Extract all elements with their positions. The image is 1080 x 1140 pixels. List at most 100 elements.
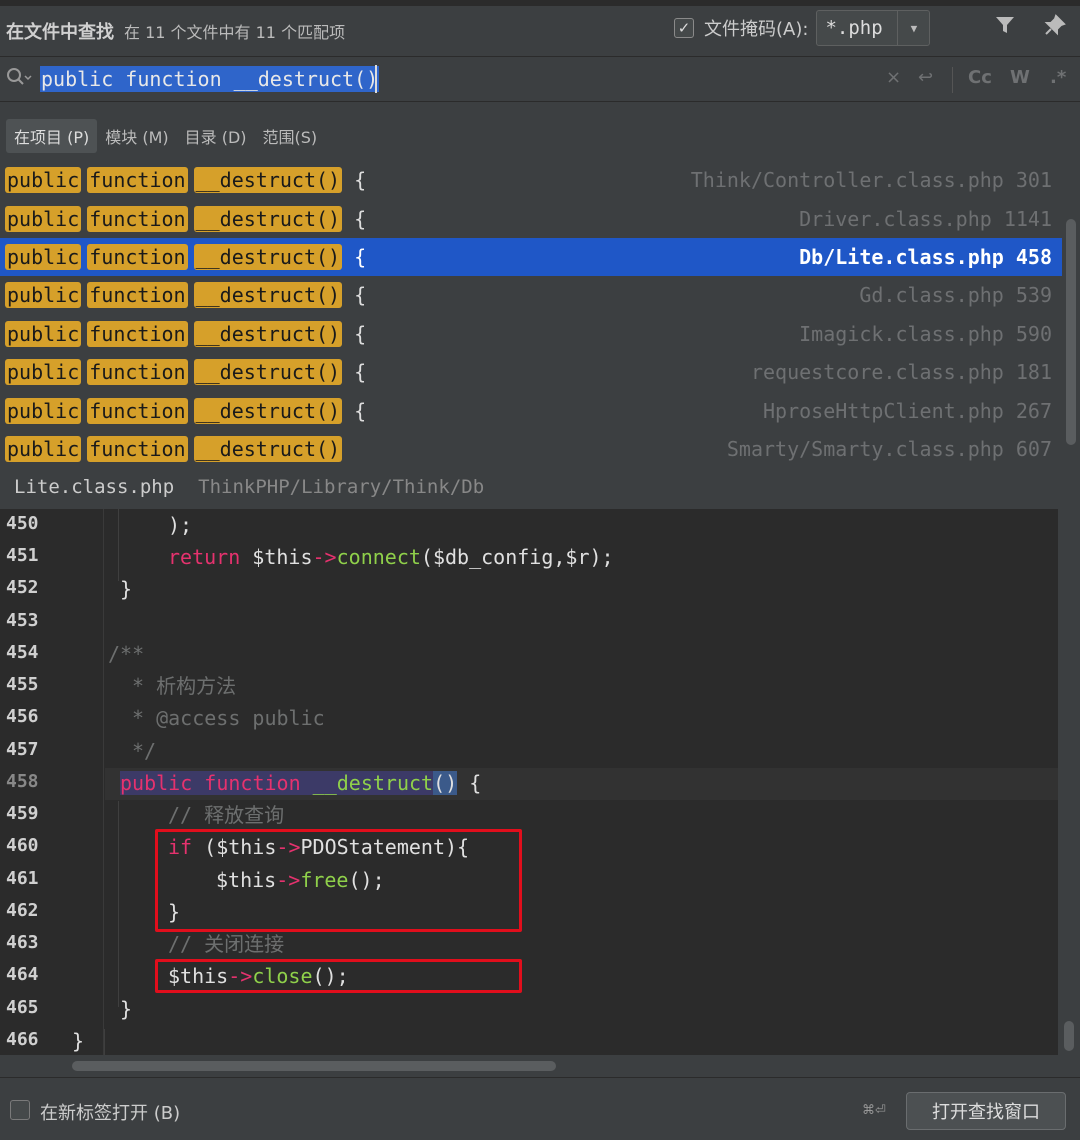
editor-scrollbar[interactable] bbox=[1058, 509, 1080, 1055]
match-word: function bbox=[87, 167, 188, 194]
result-file: Think/Controller.class.php 301 bbox=[690, 168, 1052, 193]
preview-header: Lite.class.php ThinkPHP/Library/Think/Db bbox=[0, 467, 1080, 507]
result-brace: { bbox=[354, 360, 367, 385]
tab-in-project[interactable]: 在项目 (P) bbox=[6, 119, 98, 153]
filter-icon[interactable] bbox=[994, 14, 1016, 42]
match-word: function bbox=[87, 320, 188, 347]
line-number: 463 bbox=[6, 932, 39, 953]
code-line-466: } bbox=[72, 1029, 85, 1053]
result-row-selected[interactable]: public function __destruct() { Db/Lite.clas… bbox=[0, 237, 1062, 277]
results-list: public function __destruct(){ Think/Contro… bbox=[0, 161, 1062, 467]
tab-scope[interactable]: 范围(S) bbox=[255, 119, 326, 153]
code-line-465: } bbox=[120, 997, 133, 1021]
match-word: public bbox=[5, 435, 82, 462]
file-mask-value: *.php bbox=[825, 17, 883, 39]
divider bbox=[952, 67, 953, 93]
line-number: 453 bbox=[6, 610, 39, 631]
scope-tabs: 在项目 (P) 模块 (M) 目录 (D) 范围(S) bbox=[6, 118, 325, 154]
code-line-455: * 析构方法 bbox=[132, 674, 237, 698]
line-number: 462 bbox=[6, 900, 39, 921]
whole-words-toggle[interactable]: W bbox=[1010, 67, 1030, 88]
match-word: public bbox=[5, 320, 82, 347]
result-row[interactable]: public function __destruct() { HproseHttpCl… bbox=[0, 391, 1062, 429]
line-number: 466 bbox=[6, 1029, 39, 1050]
match-word: function bbox=[87, 359, 188, 386]
result-brace: { bbox=[354, 283, 367, 308]
indent-guide bbox=[104, 1029, 105, 1055]
pin-icon[interactable] bbox=[1044, 14, 1066, 42]
line-number: 464 bbox=[6, 964, 39, 985]
line-number: 465 bbox=[6, 997, 39, 1018]
result-row[interactable]: public function __destruct() { Gd.class.php… bbox=[0, 276, 1062, 314]
search-icon[interactable] bbox=[6, 67, 32, 94]
indent-guide bbox=[118, 509, 119, 581]
match-word: public bbox=[5, 282, 82, 309]
line-number: 452 bbox=[6, 577, 39, 598]
code-preview[interactable]: 450 451 452 453 454 455 456 457 458 459 … bbox=[0, 509, 1058, 1055]
match-word: public bbox=[5, 359, 82, 386]
shortcut-hint: ⌘⏎ bbox=[862, 1103, 886, 1118]
line-number: 451 bbox=[6, 545, 39, 566]
line-number: 457 bbox=[6, 739, 39, 760]
result-row[interactable]: public function __destruct() { Driver.class… bbox=[0, 199, 1062, 237]
code-line-459: // 释放查询 bbox=[168, 803, 285, 827]
match-word: function bbox=[87, 435, 188, 462]
dialog-title: 在文件中查找 bbox=[6, 22, 114, 43]
match-case-toggle[interactable]: Cc bbox=[968, 67, 992, 88]
line-number: 456 bbox=[6, 706, 39, 727]
code-line-452: } bbox=[120, 577, 133, 601]
match-word: __destruct() bbox=[193, 320, 343, 347]
result-row[interactable]: public function __destruct() Smarty/Smarty… bbox=[0, 430, 1062, 468]
match-word: public bbox=[5, 243, 82, 270]
match-word: public bbox=[5, 167, 82, 194]
dialog-footer: 在新标签打开 (B) ⌘⏎ 打开查找窗口 bbox=[0, 1077, 1080, 1140]
line-number: 450 bbox=[6, 513, 39, 534]
match-word: __destruct() bbox=[193, 243, 343, 270]
annotation-box-free bbox=[155, 829, 522, 932]
open-in-new-tab-checkbox[interactable] bbox=[10, 1100, 30, 1120]
search-row: public function __destruct() × ↩ Cc W .* bbox=[0, 56, 1080, 102]
code-line-450: ); bbox=[168, 513, 193, 537]
line-number: 459 bbox=[6, 803, 39, 824]
code-line-451: return $this->connect($db_config,$r); bbox=[168, 545, 614, 569]
code-line-463: // 关闭连接 bbox=[168, 932, 285, 956]
match-word: public bbox=[5, 397, 82, 424]
scrollbar-thumb[interactable] bbox=[72, 1061, 556, 1071]
file-mask-label: 文件掩码(A): bbox=[704, 19, 809, 40]
match-summary: 在 11 个文件中有 11 个匹配项 bbox=[124, 23, 346, 42]
wrap-icon[interactable]: ↩ bbox=[918, 67, 933, 88]
chevron-down-icon[interactable]: ▼ bbox=[897, 11, 929, 45]
result-row[interactable]: public function __destruct() { Imagick.clas… bbox=[0, 315, 1062, 353]
match-word: function bbox=[87, 282, 188, 309]
match-word: function bbox=[87, 243, 188, 270]
search-input[interactable]: public function __destruct() bbox=[40, 66, 380, 92]
match-word: __destruct() bbox=[193, 282, 343, 309]
result-row[interactable]: public function __destruct() { requestcore.… bbox=[0, 353, 1062, 391]
result-file: Db/Lite.class.php 458 bbox=[799, 244, 1052, 269]
result-file: requestcore.class.php 181 bbox=[750, 360, 1052, 385]
result-file: Driver.class.php 1141 bbox=[799, 206, 1052, 231]
open-find-window-button[interactable]: 打开查找窗口 bbox=[906, 1092, 1066, 1130]
tab-module[interactable]: 模块 (M) bbox=[97, 119, 176, 153]
result-file: HproseHttpClient.php 267 bbox=[763, 398, 1052, 423]
result-row[interactable]: public function __destruct() { Think/Contro… bbox=[0, 161, 1062, 199]
line-number: 461 bbox=[6, 868, 39, 889]
match-word: function bbox=[87, 205, 188, 232]
file-mask-checkbox[interactable]: ✓ bbox=[674, 18, 694, 38]
editor-hscrollbar[interactable] bbox=[0, 1055, 1080, 1077]
result-file: Imagick.class.php 590 bbox=[799, 321, 1052, 346]
match-word: __destruct() bbox=[193, 205, 343, 232]
scrollbar-thumb[interactable] bbox=[1064, 1021, 1074, 1051]
result-brace: { bbox=[354, 206, 367, 231]
regex-toggle[interactable]: .* bbox=[1050, 67, 1066, 88]
preview-file-path: ThinkPHP/Library/Think/Db bbox=[198, 476, 485, 498]
results-scrollbar[interactable] bbox=[1062, 161, 1080, 467]
result-file: Gd.class.php 539 bbox=[859, 283, 1052, 308]
match-word: __destruct() bbox=[193, 435, 343, 462]
clear-icon[interactable]: × bbox=[886, 67, 901, 88]
scrollbar-thumb[interactable] bbox=[1066, 219, 1076, 445]
tab-directory[interactable]: 目录 (D) bbox=[177, 119, 255, 153]
result-file: Smarty/Smarty.class.php 607 bbox=[726, 436, 1052, 461]
file-mask-select[interactable]: *.php ▼ bbox=[816, 10, 931, 46]
match-word: __destruct() bbox=[193, 397, 343, 424]
